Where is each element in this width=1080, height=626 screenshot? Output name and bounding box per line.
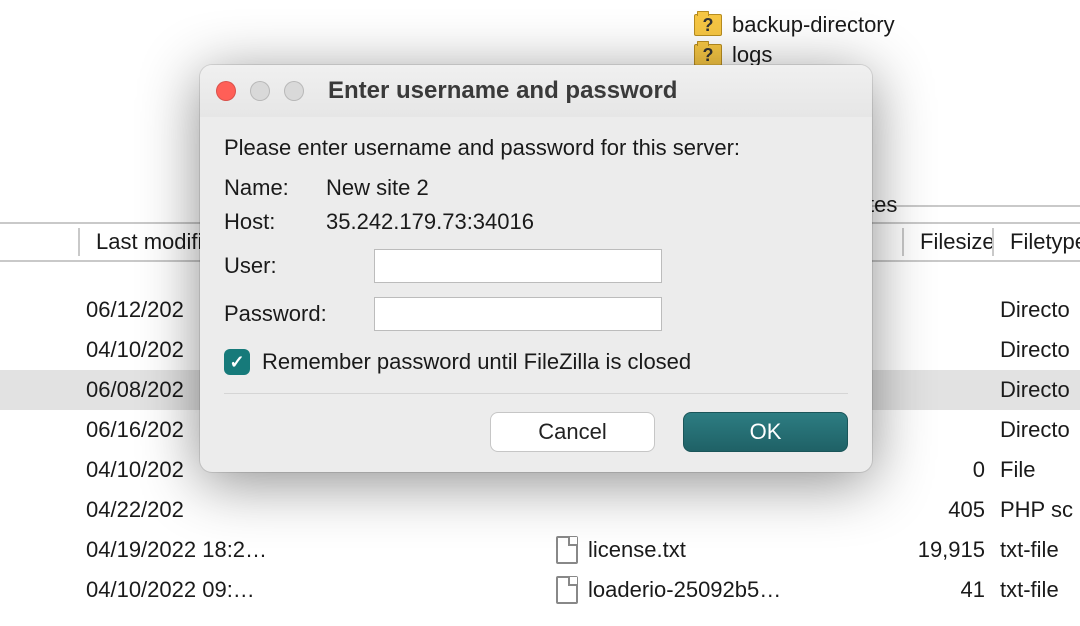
remember-label: Remember password until FileZilla is clo… [262, 349, 691, 375]
date-cell: 04/22/202 [0, 497, 290, 523]
user-line: User: [224, 249, 848, 283]
folder-unknown-icon: ? [694, 14, 722, 36]
dialog-prompt: Please enter username and password for t… [224, 135, 848, 161]
table-row[interactable]: 04/19/2022 18:2… license.txt 19,915 txt-fil… [0, 530, 1080, 570]
header-filetype[interactable]: Filetype [1000, 229, 1080, 255]
table-row[interactable]: 04/22/202 405 PHP sc [0, 490, 1080, 530]
remember-row[interactable]: ✓ Remember password until FileZilla is c… [224, 349, 848, 394]
file-name: loaderio-25092b5… [588, 577, 781, 603]
size-cell: 0 [900, 457, 985, 483]
date-cell: 04/10/2022 09:… [0, 577, 290, 603]
name-line: Name: New site 2 [224, 175, 848, 201]
cancel-button[interactable]: Cancel [490, 412, 655, 452]
password-input[interactable] [374, 297, 662, 331]
header-fragment-text: tes [868, 192, 897, 218]
dialog-buttons: Cancel OK [224, 394, 848, 452]
file-name: license.txt [588, 537, 686, 563]
folder-row[interactable]: ? backup-directory [694, 10, 895, 40]
header-border-fragment [868, 205, 1080, 207]
type-cell: Directo [1000, 297, 1070, 323]
host-value: 35.242.179.73:34016 [326, 209, 534, 235]
folder-name: backup-directory [732, 12, 895, 38]
close-icon[interactable] [216, 81, 236, 101]
password-label: Password: [224, 301, 374, 327]
titlebar: Enter username and password [200, 65, 872, 117]
dialog-body: Please enter username and password for t… [200, 117, 872, 472]
ok-button[interactable]: OK [683, 412, 848, 452]
user-label: User: [224, 253, 374, 279]
host-line: Host: 35.242.179.73:34016 [224, 209, 848, 235]
name-value: New site 2 [326, 175, 429, 201]
table-row[interactable]: 04/10/2022 09:… loaderio-25092b5… 41 txt-fi… [0, 570, 1080, 610]
header-divider [78, 228, 80, 256]
type-cell: Directo [1000, 417, 1070, 443]
type-cell: txt-file [1000, 577, 1059, 603]
header-divider [992, 228, 994, 256]
date-cell: 04/19/2022 18:2… [0, 537, 290, 563]
header-divider [902, 228, 904, 256]
file-icon [556, 536, 578, 564]
type-cell: Directo [1000, 337, 1070, 363]
folders-partial-list: ? backup-directory ? logs [694, 10, 895, 70]
dialog-title: Enter username and password [328, 77, 677, 105]
minimize-icon [250, 81, 270, 101]
size-cell: 405 [900, 497, 985, 523]
header-filesize[interactable]: Filesize [910, 229, 1005, 255]
size-cell: 41 [900, 577, 985, 603]
password-line: Password: [224, 297, 848, 331]
login-dialog: Enter username and password Please enter… [200, 65, 872, 472]
name-cell: license.txt [556, 536, 686, 564]
name-cell: loaderio-25092b5… [556, 576, 781, 604]
remember-checkbox[interactable]: ✓ [224, 349, 250, 375]
name-label: Name: [224, 175, 326, 201]
zoom-icon [284, 81, 304, 101]
folder-unknown-icon: ? [694, 44, 722, 66]
header-last-modified[interactable]: Last modifi [86, 229, 212, 255]
user-input[interactable] [374, 249, 662, 283]
type-cell: File [1000, 457, 1035, 483]
host-label: Host: [224, 209, 326, 235]
file-icon [556, 576, 578, 604]
type-cell: txt-file [1000, 537, 1059, 563]
size-cell: 19,915 [900, 537, 985, 563]
type-cell: Directo [1000, 377, 1070, 403]
type-cell: PHP sc [1000, 497, 1073, 523]
